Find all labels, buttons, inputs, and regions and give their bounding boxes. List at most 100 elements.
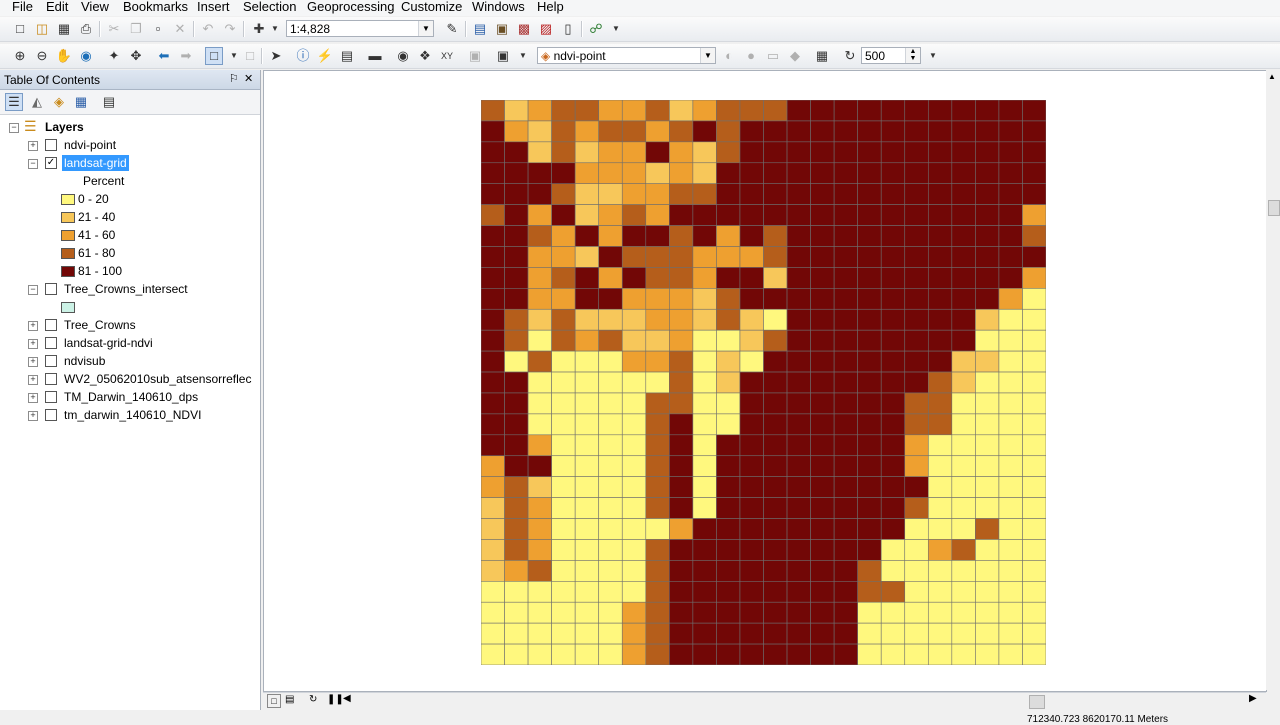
layer-properties-icon[interactable]: ▭ bbox=[764, 47, 782, 65]
flicker-icon[interactable]: ● bbox=[742, 47, 760, 65]
modelbuilder-icon[interactable]: ☍ bbox=[587, 20, 605, 38]
arctoolbox-icon[interactable]: ▨ bbox=[537, 20, 555, 38]
menu-help[interactable]: Help bbox=[537, 0, 564, 14]
data-view-icon[interactable]: ▤ bbox=[285, 694, 294, 705]
layout-view-icon[interactable]: □ bbox=[267, 694, 281, 708]
select-elements-arrow-icon[interactable]: ➤ bbox=[267, 47, 285, 65]
identify-icon[interactable]: ⓘ bbox=[294, 47, 312, 65]
html-popup-icon[interactable]: ▤ bbox=[338, 47, 356, 65]
expand-icon[interactable]: + bbox=[28, 411, 38, 421]
create-viewer-window-icon[interactable]: ▣ bbox=[494, 47, 512, 65]
clear-selection-icon[interactable]: □ bbox=[241, 47, 259, 65]
toolbar-options-icon[interactable]: ▼ bbox=[607, 20, 625, 38]
expand-icon[interactable]: + bbox=[28, 321, 38, 331]
horizontal-scroll-thumb[interactable] bbox=[1029, 695, 1045, 709]
menu-edit[interactable]: Edit bbox=[46, 0, 68, 14]
cut-icon[interactable]: ✂ bbox=[105, 20, 123, 38]
table-of-contents-window-icon[interactable]: ▤ bbox=[471, 20, 489, 38]
layer-combo[interactable]: ◈ ndvi-point ▼ bbox=[537, 47, 716, 64]
horizontal-scrollbar[interactable]: □ ▤ ↻ ❚❚ ◀ ▶ bbox=[263, 692, 1266, 710]
fixed-zoom-out-icon[interactable]: ✥ bbox=[127, 47, 145, 65]
go-to-xy-icon[interactable]: XY bbox=[438, 47, 456, 65]
hyperlink-icon[interactable]: ⚡ bbox=[316, 47, 334, 65]
menu-bookmarks[interactable]: Bookmarks bbox=[123, 0, 188, 14]
layer-tm-darwin-dps[interactable]: TM_Darwin_140610_dps bbox=[64, 389, 198, 405]
layer-visibility-checkbox[interactable] bbox=[45, 319, 57, 331]
delete-icon[interactable]: ✕ bbox=[171, 20, 189, 38]
paste-icon[interactable]: ▫ bbox=[149, 20, 167, 38]
scroll-left-icon[interactable]: ◀ bbox=[343, 693, 351, 704]
menu-geoprocessing[interactable]: Geoprocessing bbox=[307, 0, 394, 14]
layer-ndvi-point[interactable]: ndvi-point bbox=[64, 137, 116, 153]
list-by-drawing-order-icon[interactable]: ☰ bbox=[5, 93, 23, 111]
menu-customize[interactable]: Customize bbox=[401, 0, 462, 14]
layer-visibility-checkbox[interactable] bbox=[45, 373, 57, 385]
pin-icon[interactable]: ⚐ bbox=[229, 72, 239, 85]
spinner-icon[interactable]: ▲ ▼ bbox=[905, 48, 920, 63]
collapse-icon[interactable]: − bbox=[28, 159, 38, 169]
expand-icon[interactable]: + bbox=[28, 393, 38, 403]
layer-visibility-checkbox[interactable] bbox=[45, 409, 57, 421]
layer-visibility-checkbox[interactable] bbox=[45, 337, 57, 349]
back-arrow-icon[interactable]: ⬅ bbox=[155, 47, 173, 65]
chevron-down-icon[interactable]: ▼ bbox=[700, 48, 715, 63]
layer-visibility-checkbox[interactable] bbox=[45, 283, 57, 295]
expand-icon[interactable]: + bbox=[28, 375, 38, 385]
full-extent-globe-icon[interactable]: ◉ bbox=[77, 47, 95, 65]
catalog-window-icon[interactable]: ▣ bbox=[493, 20, 511, 38]
find-binoculars-icon[interactable]: ◉ bbox=[394, 47, 412, 65]
menu-insert[interactable]: Insert bbox=[197, 0, 230, 14]
list-by-selection-icon[interactable]: ▦ bbox=[72, 93, 90, 111]
refresh-icon[interactable]: ↻ bbox=[309, 694, 317, 705]
pan-hand-icon[interactable]: ✋ bbox=[55, 47, 73, 65]
menu-selection[interactable]: Selection bbox=[243, 0, 296, 14]
layer-ndvisub[interactable]: ndvisub bbox=[64, 353, 105, 369]
collapse-icon[interactable]: − bbox=[28, 285, 38, 295]
add-data-dropdown-icon[interactable]: ▼ bbox=[266, 20, 284, 38]
layer-display-icon[interactable]: ▦ bbox=[813, 47, 831, 65]
new-document-icon[interactable]: □ bbox=[11, 20, 29, 38]
toolbar-options-icon[interactable]: ▼ bbox=[924, 47, 942, 65]
landsat-grid-map[interactable] bbox=[481, 100, 1046, 665]
expand-icon[interactable]: + bbox=[28, 141, 38, 151]
list-by-source-icon[interactable]: ◭ bbox=[28, 93, 46, 111]
time-slider-icon[interactable]: ▣ bbox=[466, 47, 484, 65]
layer-landsat-grid[interactable]: landsat-grid bbox=[62, 155, 129, 171]
python-window-icon[interactable]: ▯ bbox=[559, 20, 577, 38]
expand-icon[interactable]: + bbox=[28, 339, 38, 349]
save-icon[interactable]: ▦ bbox=[55, 20, 73, 38]
measure-icon[interactable]: ▬ bbox=[366, 47, 384, 65]
pause-drawing-icon[interactable]: ❚❚ bbox=[327, 694, 344, 705]
open-folder-icon[interactable]: ◫ bbox=[33, 20, 51, 38]
copy-icon[interactable]: ❐ bbox=[127, 20, 145, 38]
toc-options-icon[interactable]: ▤ bbox=[100, 93, 118, 111]
find-route-icon[interactable]: ❖ bbox=[416, 47, 434, 65]
menu-file[interactable]: File bbox=[12, 0, 33, 14]
data-frame-layers[interactable]: Layers bbox=[45, 119, 84, 135]
expand-icon[interactable]: + bbox=[28, 357, 38, 367]
layer-visibility-checkbox[interactable] bbox=[45, 355, 57, 367]
print-icon[interactable]: ⎙ bbox=[77, 20, 95, 38]
redo-icon[interactable]: ↷ bbox=[221, 20, 239, 38]
menu-view[interactable]: View bbox=[81, 0, 109, 14]
chevron-down-icon[interactable]: ▼ bbox=[418, 21, 433, 36]
collapse-icon[interactable]: − bbox=[9, 123, 19, 133]
layer-tree-crowns[interactable]: Tree_Crowns bbox=[64, 317, 136, 333]
zoom-out-icon[interactable]: ⊖ bbox=[33, 47, 51, 65]
layer-tree-crowns-intersect[interactable]: Tree_Crowns_intersect bbox=[64, 281, 188, 297]
vertical-scrollbar[interactable]: ▲ bbox=[1266, 70, 1280, 690]
scroll-up-icon[interactable]: ▲ bbox=[1268, 72, 1276, 81]
swipe-icon[interactable]: ◐ bbox=[720, 47, 738, 65]
list-by-visibility-icon[interactable]: ◈ bbox=[50, 93, 68, 111]
editor-toolbar-icon[interactable]: ✎ bbox=[443, 20, 461, 38]
layer-tm-darwin-ndvi[interactable]: tm_darwin_140610_NDVI bbox=[64, 407, 201, 423]
scroll-right-icon[interactable]: ▶ bbox=[1249, 693, 1257, 704]
menu-windows[interactable]: Windows bbox=[472, 0, 525, 14]
layer-landsat-grid-ndvi[interactable]: landsat-grid-ndvi bbox=[64, 335, 153, 351]
layer-visibility-checkbox[interactable]: ✓ bbox=[45, 157, 57, 169]
vertical-scroll-thumb[interactable] bbox=[1268, 200, 1280, 216]
layer-wv2[interactable]: WV2_05062010sub_atsensorreflec bbox=[64, 371, 251, 387]
raster-properties-icon[interactable]: ◆ bbox=[786, 47, 804, 65]
fixed-zoom-in-icon[interactable]: ✦ bbox=[105, 47, 123, 65]
refresh-rate-icon[interactable]: ↻ bbox=[841, 47, 859, 65]
